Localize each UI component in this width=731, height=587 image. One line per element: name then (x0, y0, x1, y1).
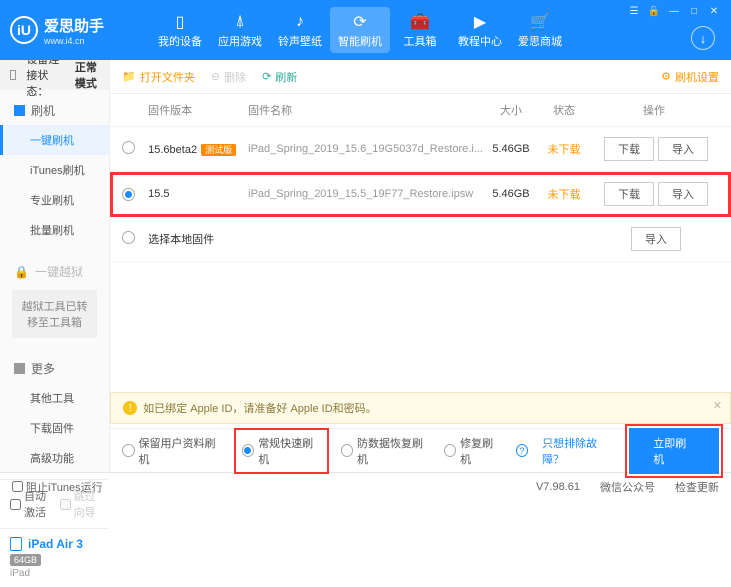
minimize-button[interactable]: — (665, 4, 683, 18)
lock-icon[interactable]: 🔒 (645, 4, 663, 18)
brand-url: www.i4.cn (44, 36, 104, 46)
sidebar-item-pro[interactable]: 专业刷机 (0, 185, 109, 215)
close-button[interactable]: ✕ (705, 4, 723, 18)
play-icon: ▶ (450, 11, 510, 33)
download-button[interactable]: 下载 (604, 182, 654, 206)
gear-icon: ⚙ (661, 70, 671, 83)
refresh-icon: ⟳ (330, 11, 390, 33)
refresh-icon: ⟳ (262, 70, 271, 83)
download-button[interactable]: 下载 (604, 137, 654, 161)
sidebar-item-oneclick[interactable]: 一键刷机 (0, 125, 109, 155)
nav-tools[interactable]: 🧰工具箱 (390, 7, 450, 53)
section-flash[interactable]: 刷机 (0, 96, 109, 125)
import-button[interactable]: 导入 (658, 137, 708, 161)
import-button[interactable]: 导入 (631, 227, 681, 251)
nav-tutorial[interactable]: ▶教程中心 (450, 7, 510, 53)
delete-button[interactable]: ⊖删除 (211, 69, 246, 85)
music-icon: ♪ (270, 11, 330, 33)
phone-icon: ▯ (150, 11, 210, 33)
mode-repair[interactable]: 修复刷机 (444, 435, 502, 467)
nav-store[interactable]: 🛒爱思商城 (510, 7, 570, 53)
storage-badge: 64GB (10, 554, 41, 566)
nav-apps[interactable]: ⍋应用游戏 (210, 7, 270, 53)
sidebar-item-itunes[interactable]: iTunes刷机 (0, 155, 109, 185)
maximize-button[interactable]: □ (685, 4, 703, 18)
open-folder-button[interactable]: 📁打开文件夹 (122, 69, 195, 85)
block-itunes-checkbox[interactable]: 阻止iTunes运行 (12, 479, 103, 495)
header-ops: 操作 (589, 102, 719, 118)
mode-anti-recover[interactable]: 防数据恢复刷机 (341, 435, 430, 467)
mode-keep-data[interactable]: 保留用户资料刷机 (122, 435, 222, 467)
check-update-link[interactable]: 检查更新 (675, 479, 719, 495)
header-version: 固件版本 (148, 102, 248, 118)
jailbreak-note: 越狱工具已转移至工具箱 (12, 290, 97, 338)
sidebar-item-other[interactable]: 其他工具 (0, 383, 109, 413)
row-radio[interactable] (122, 188, 135, 201)
device-icon (10, 537, 22, 551)
cart-icon: 🛒 (510, 11, 570, 33)
wechat-link[interactable]: 微信公众号 (600, 479, 655, 495)
header-status: 状态 (539, 102, 589, 118)
firmware-row-selected[interactable]: 15.5 iPad_Spring_2019_15.5_19F77_Restore… (110, 172, 731, 217)
nav-flash[interactable]: ⟳智能刷机 (330, 7, 390, 53)
device-icon (10, 70, 16, 80)
beta-tag: 测试版 (201, 144, 236, 156)
sidebar-item-batch[interactable]: 批量刷机 (0, 215, 109, 245)
firmware-row[interactable]: 15.6beta2测试版 iPad_Spring_2019_15.6_19G50… (110, 127, 731, 172)
local-firmware-row[interactable]: 选择本地固件 导入 (110, 217, 731, 262)
flash-settings-button[interactable]: ⚙刷机设置 (661, 69, 719, 85)
download-indicator-icon[interactable]: ↓ (691, 26, 715, 50)
refresh-button[interactable]: ⟳刷新 (262, 69, 297, 85)
menu-icon[interactable]: ☰ (625, 4, 643, 18)
folder-icon: 📁 (122, 70, 136, 83)
brand-name: 爱思助手 (44, 15, 104, 36)
device-card[interactable]: iPad Air 3 64GB iPad (0, 528, 109, 587)
apps-icon: ⍋ (210, 11, 270, 33)
warning-icon: ! (123, 401, 137, 415)
nav-my-device[interactable]: ▯我的设备 (150, 7, 210, 53)
sidebar-item-advanced[interactable]: 高级功能 (0, 443, 109, 473)
section-jailbreak[interactable]: 🔒一键越狱 (0, 257, 109, 286)
troubleshoot-link[interactable]: 只想排除故障？ (542, 435, 615, 467)
app-logo: iU (10, 16, 38, 44)
header-name: 固件名称 (248, 102, 483, 118)
nav-ringtone[interactable]: ♪铃声壁纸 (270, 7, 330, 53)
header-size: 大小 (483, 102, 539, 118)
version-label: V7.98.61 (536, 481, 580, 493)
connection-status: 设备连接状态：正常模式 (0, 60, 109, 90)
import-button[interactable]: 导入 (658, 182, 708, 206)
delete-icon: ⊖ (211, 70, 220, 83)
section-more[interactable]: 更多 (0, 354, 109, 383)
row-radio[interactable] (122, 231, 135, 244)
close-notice-button[interactable]: ✕ (713, 399, 722, 412)
mode-normal[interactable]: 常规快速刷机 (236, 430, 327, 472)
help-icon[interactable]: ? (516, 444, 528, 457)
sidebar-item-downloadfw[interactable]: 下载固件 (0, 413, 109, 443)
device-model: iPad (10, 568, 99, 579)
row-radio[interactable] (122, 141, 135, 154)
toolbox-icon: 🧰 (390, 11, 450, 33)
flash-now-button[interactable]: 立即刷机 (629, 428, 719, 474)
appleid-notice: ! 如已绑定 Apple ID，请准备好 Apple ID和密码。 ✕ (110, 392, 731, 424)
